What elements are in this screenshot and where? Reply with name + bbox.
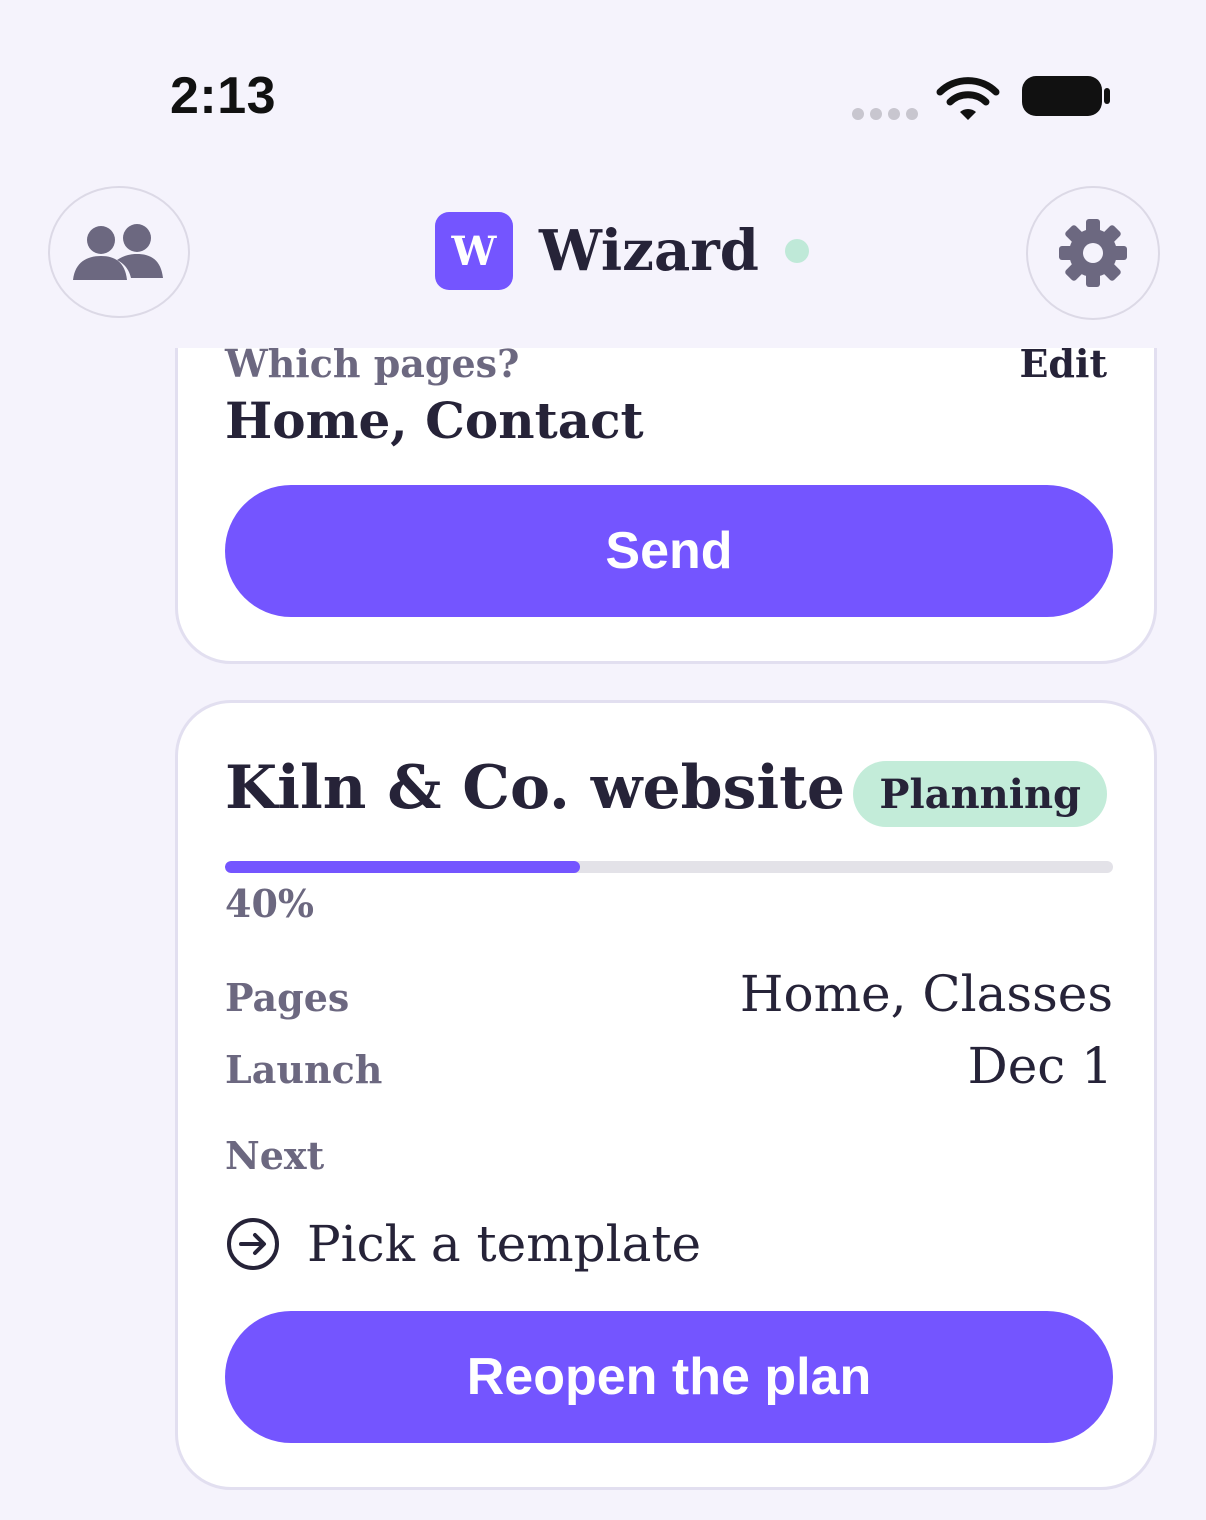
progress-percent: 40% [225,881,314,926]
wifi-icon [936,77,1000,120]
online-status-dot [784,239,809,263]
request-card: Which pages? Edit Home, Contact Send [175,348,1157,664]
battery-icon [1022,76,1110,116]
edit-button[interactable]: Edit [1019,348,1107,386]
project-card: Kiln & Co. website Planning 40% Pages Ho… [175,700,1157,1490]
feed[interactable]: Which pages? Edit Home, Contact Send Kil… [0,348,1206,1520]
launch-value: Dec 1 [967,1037,1113,1095]
arrow-circle-right-icon [227,1218,279,1270]
launch-row: Launch Dec 1 [225,1037,1113,1095]
next-step-label: Pick a template [307,1215,702,1273]
team-button[interactable] [48,186,190,318]
pages-label: Pages [225,975,350,1020]
next-label: Next [225,1133,325,1178]
settings-button[interactable] [1026,186,1160,320]
progress-bar [225,861,1113,873]
app-name: Wizard [539,218,759,284]
project-title: Kiln & Co. website [225,753,846,823]
pages-value: Home, Classes [739,965,1113,1023]
question-answer: Home, Contact [225,391,644,450]
next-step-item[interactable]: Pick a template [225,1215,701,1273]
app-brand: W Wizard [435,212,809,290]
status-time: 2:13 [170,67,277,125]
app-logo: W [435,212,513,290]
question-label: Which pages? [225,348,520,386]
send-button[interactable]: Send [225,485,1113,617]
screen: 2:13 W Wizard Which pages? Edit Home, Co… [0,0,1206,1520]
people-icon [73,224,163,280]
reopen-plan-button[interactable]: Reopen the plan [225,1311,1113,1443]
progress-fill [225,861,581,873]
cellular-signal-icon [852,108,918,120]
status-badge: Planning [853,761,1107,827]
launch-label: Launch [225,1047,383,1092]
gear-icon [1059,219,1127,287]
pages-row: Pages Home, Classes [225,965,1113,1023]
